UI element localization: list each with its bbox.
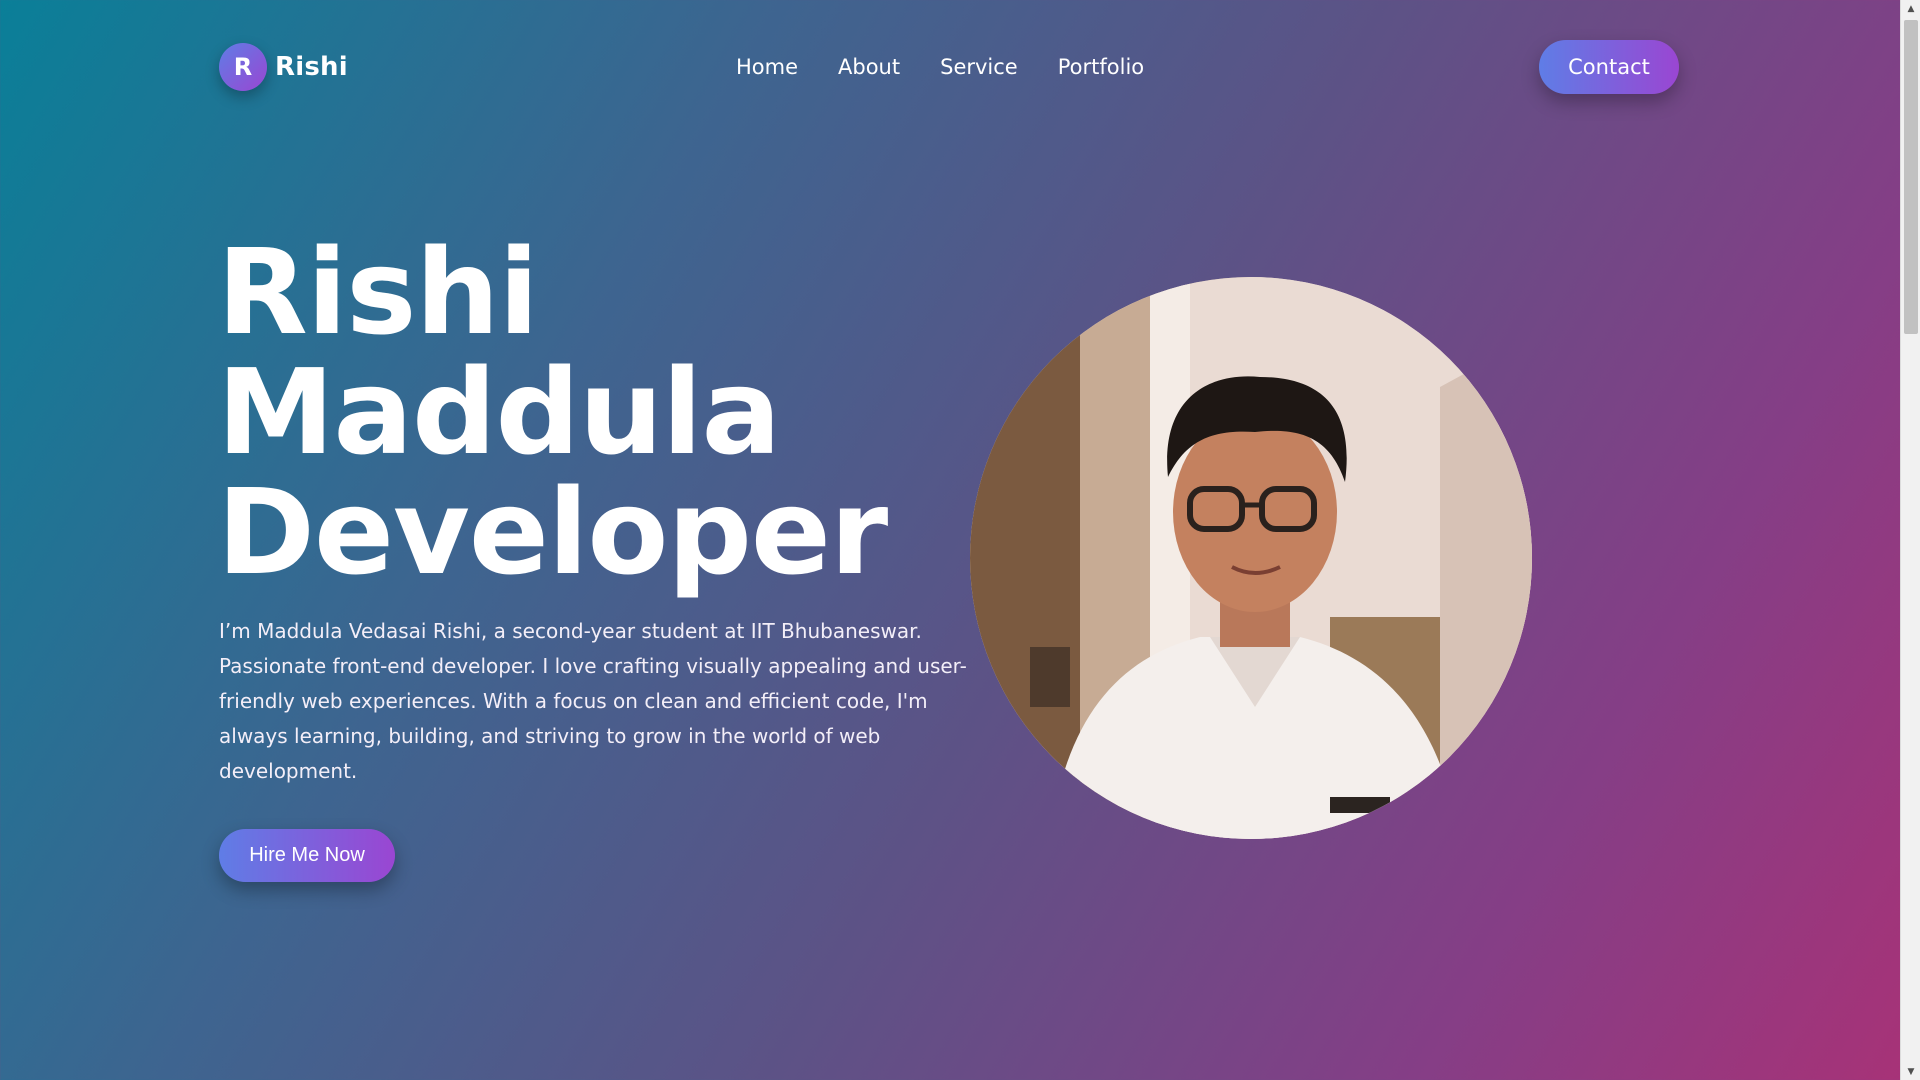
logo-badge: R bbox=[219, 43, 267, 91]
hero-title: Rishi Maddula Developer bbox=[217, 232, 977, 592]
profile-photo-illustration bbox=[970, 277, 1532, 839]
scrollbar-thumb[interactable] bbox=[1904, 20, 1918, 334]
scroll-up-arrow-icon[interactable]: ▲ bbox=[1901, 0, 1920, 17]
hero-title-line-2: Maddula bbox=[217, 343, 781, 481]
contact-button[interactable]: Contact bbox=[1539, 40, 1679, 94]
nav-link-service[interactable]: Service bbox=[940, 55, 1018, 79]
hero-title-line-1: Rishi bbox=[217, 223, 539, 361]
scroll-down-arrow-icon[interactable]: ▼ bbox=[1901, 1063, 1920, 1080]
brand-name: Rishi bbox=[275, 52, 348, 82]
hero-description: I’m Maddula Vedasai Rishi, a second-year… bbox=[219, 619, 967, 783]
profile-photo bbox=[970, 277, 1532, 839]
nav-link-portfolio[interactable]: Portfolio bbox=[1058, 55, 1144, 79]
top-navbar: R Rishi Home About Service Portfolio Con… bbox=[219, 40, 1679, 94]
nav-menu: Home About Service Portfolio bbox=[736, 40, 1144, 94]
vertical-scrollbar[interactable]: ▲ ▼ bbox=[1900, 0, 1920, 1080]
page: R Rishi Home About Service Portfolio Con… bbox=[0, 0, 1900, 1080]
hire-me-button[interactable]: Hire Me Now bbox=[219, 829, 395, 882]
nav-link-about[interactable]: About bbox=[838, 55, 900, 79]
hero-title-line-3: Developer bbox=[217, 463, 888, 601]
brand-logo[interactable]: R Rishi bbox=[219, 40, 348, 94]
nav-link-home[interactable]: Home bbox=[736, 55, 798, 79]
